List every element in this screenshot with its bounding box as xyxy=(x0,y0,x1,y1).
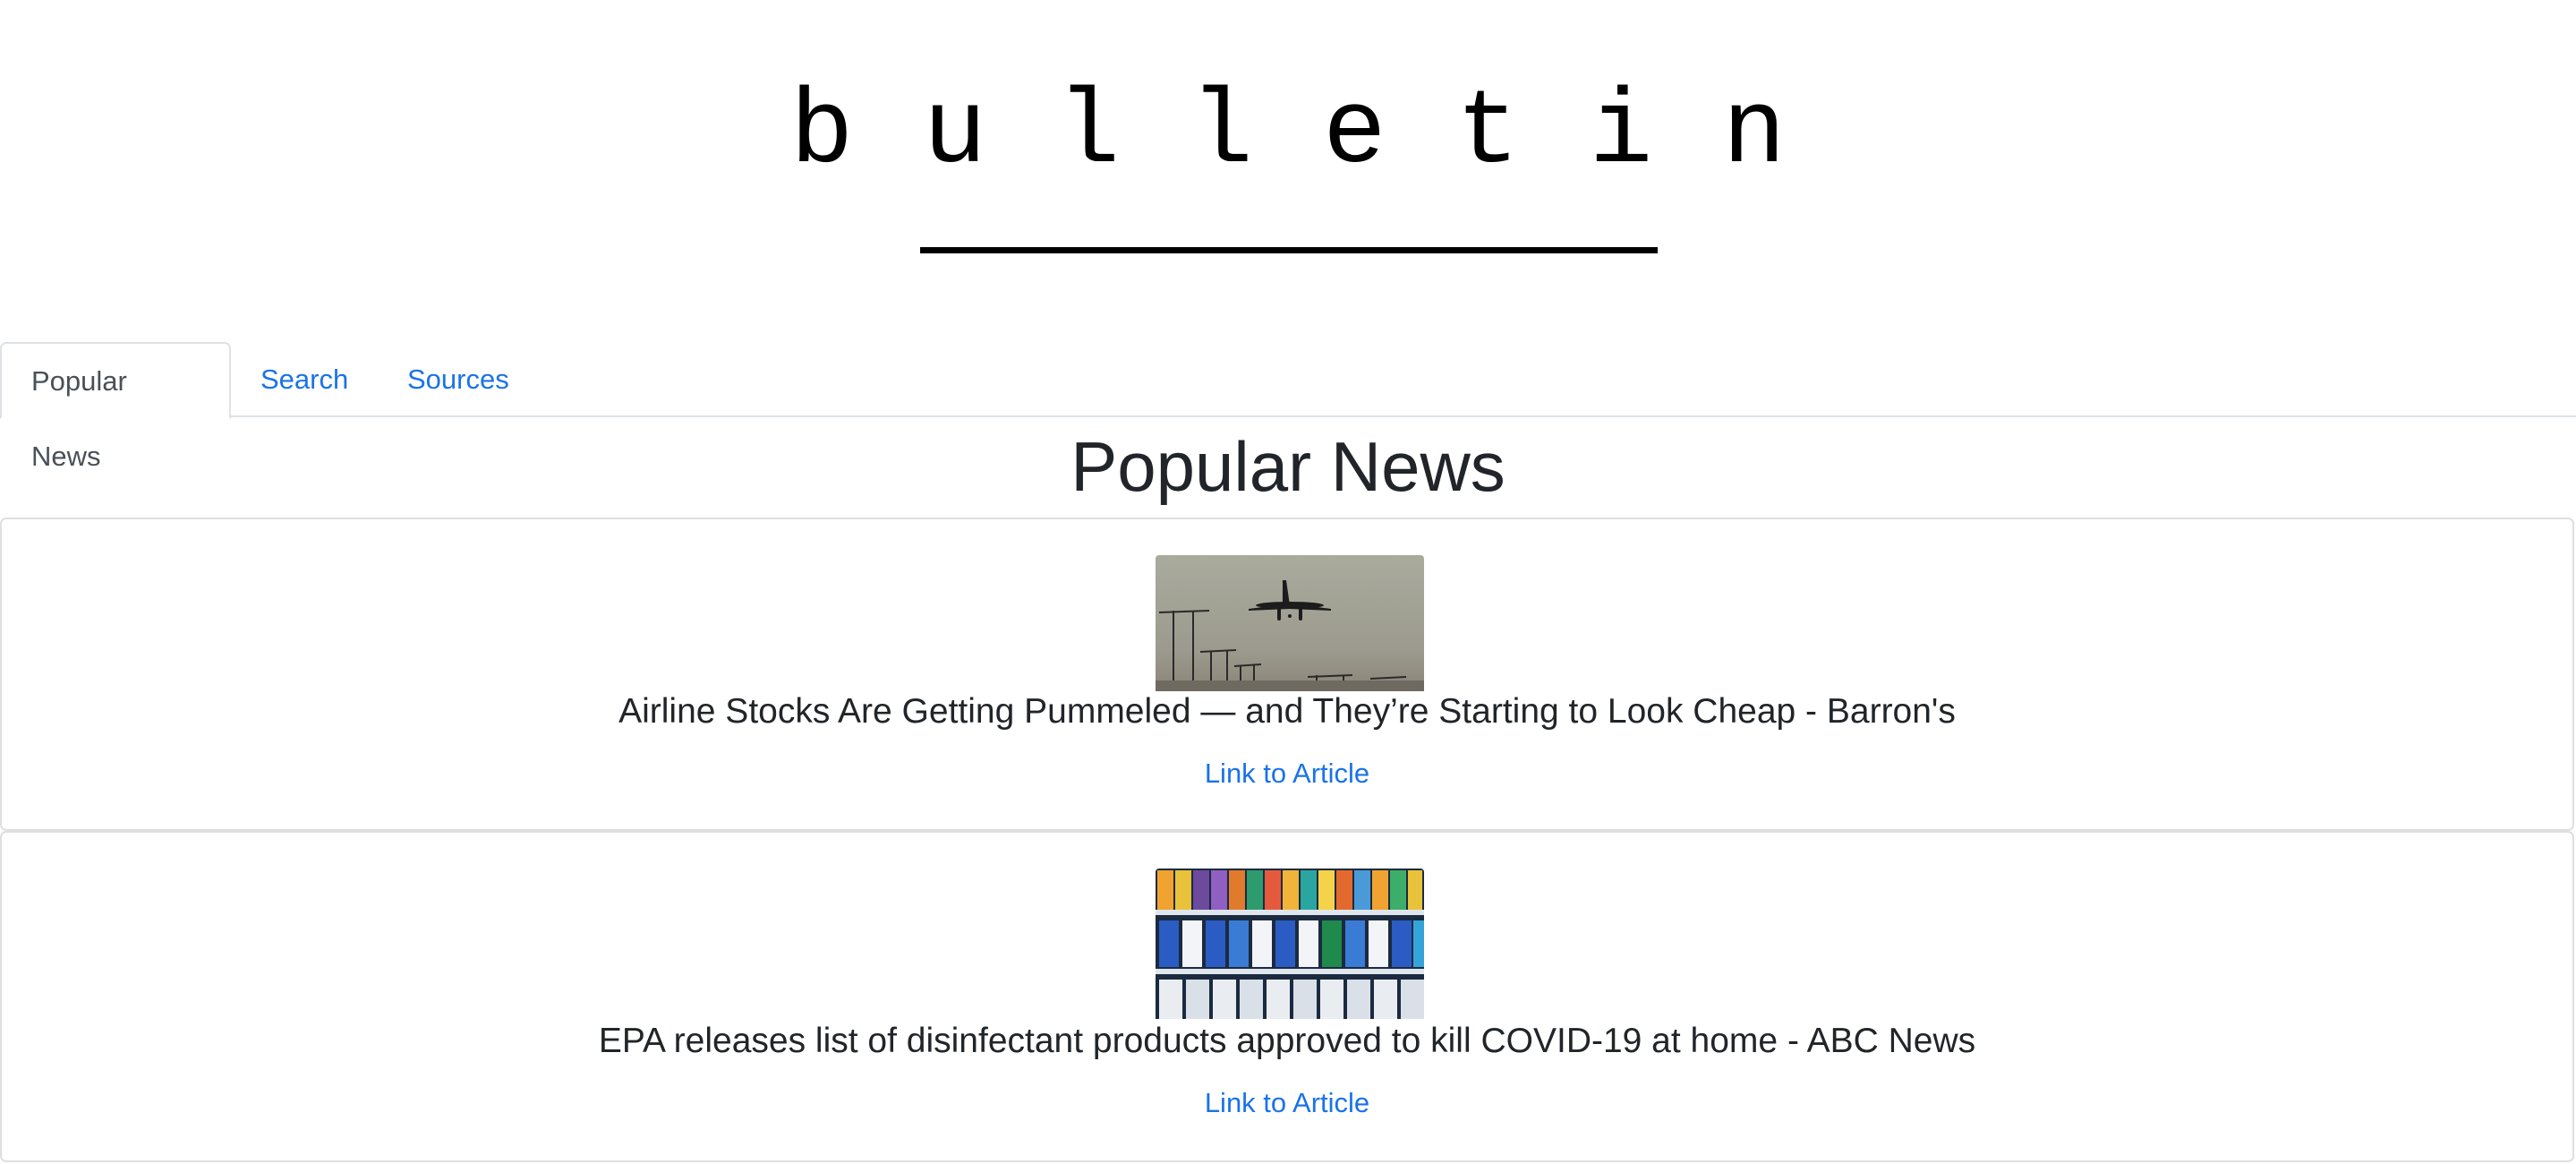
article-card: Airline Stocks Are Getting Pummeled — an… xyxy=(0,518,2574,831)
article-title: Airline Stocks Are Getting Pummeled — an… xyxy=(618,692,1956,731)
article-link[interactable]: Link to Article xyxy=(2,1083,2572,1123)
site-logo-title: bulletin xyxy=(789,74,1856,193)
tab-bar: Popular News Search Sources xyxy=(0,342,2576,472)
site-header: bulletin xyxy=(0,0,2576,269)
article-card: EPA releases list of disinfectant produc… xyxy=(0,831,2574,1162)
article-title: EPA releases list of disinfectant produc… xyxy=(598,1022,1976,1060)
article-link[interactable]: Link to Article xyxy=(2,754,2572,793)
article-image-disinfectant xyxy=(1156,869,1424,1019)
tab-search[interactable]: Search xyxy=(231,342,378,417)
logo-underline xyxy=(920,247,1658,253)
tab-popular-news[interactable]: Popular News xyxy=(0,342,231,472)
page-title: Popular News xyxy=(1070,427,1506,506)
tab-sources[interactable]: Sources xyxy=(378,342,544,417)
article-image-airplane xyxy=(1156,555,1424,691)
